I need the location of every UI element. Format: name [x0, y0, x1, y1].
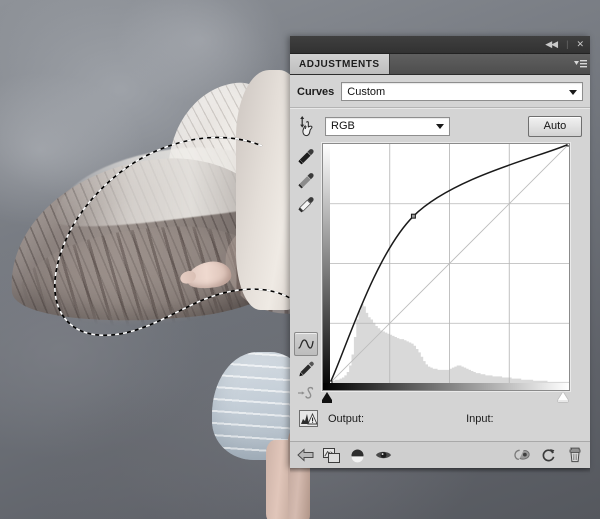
- adjustments-panel: ◀◀ | ✕ ADJUSTMENTS Curves Custom: [290, 36, 590, 468]
- input-gradient-strip: [323, 383, 569, 390]
- delete-adjustment-layer-button[interactable]: [566, 447, 583, 464]
- clip-to-layer-button[interactable]: [323, 447, 340, 464]
- preset-row: Curves Custom: [290, 75, 590, 107]
- titlebar-separator: |: [566, 40, 567, 49]
- readout-row: Output: Input:: [290, 406, 590, 433]
- output-label: Output:: [328, 413, 364, 425]
- curves-label: Curves: [297, 86, 334, 98]
- gray-point-eyedropper[interactable]: [295, 170, 317, 192]
- curve-tools-column: [290, 143, 322, 406]
- toggle-layer-visibility-button[interactable]: [375, 447, 392, 464]
- output-gradient-strip: [323, 144, 330, 390]
- white-point-slider[interactable]: [558, 392, 568, 400]
- collapse-panel-icon[interactable]: ◀◀: [542, 39, 560, 50]
- curve-graph[interactable]: [322, 143, 570, 391]
- panel-titlebar: ◀◀ | ✕: [290, 36, 590, 54]
- white-point-eyedropper[interactable]: [295, 194, 317, 216]
- view-previous-state-button[interactable]: [514, 447, 531, 464]
- black-point-slider[interactable]: [322, 392, 332, 400]
- toggle-previous-state-button[interactable]: [349, 447, 366, 464]
- edit-points-curve-tool[interactable]: [294, 332, 318, 356]
- tone-range-sliders: [322, 392, 568, 406]
- close-panel-icon[interactable]: ✕: [573, 39, 586, 50]
- panel-drop-shadow: [290, 468, 590, 473]
- auto-button-label: Auto: [544, 120, 567, 132]
- panel-menu-icon[interactable]: [570, 54, 590, 74]
- curve-editor-area: [290, 143, 590, 406]
- panel-bottom-bar: [290, 441, 590, 468]
- curve-plot-area[interactable]: [330, 144, 569, 383]
- panel-content: Curves Custom RGB Auto: [290, 75, 590, 457]
- reset-adjustment-button[interactable]: [540, 447, 557, 464]
- channel-row: RGB Auto: [290, 109, 590, 143]
- smooth-curve-values-button[interactable]: [295, 382, 317, 404]
- preset-select[interactable]: Custom: [341, 82, 583, 101]
- auto-button[interactable]: Auto: [528, 116, 582, 137]
- return-to-adjustment-list-button[interactable]: [297, 447, 314, 464]
- input-label: Input:: [466, 413, 494, 425]
- channel-select-value: RGB: [331, 120, 355, 132]
- marching-ants-selection: [0, 0, 300, 400]
- on-image-adjustment-hand-icon[interactable]: [297, 115, 317, 137]
- tab-adjustments-label: ADJUSTMENTS: [299, 59, 380, 70]
- preset-select-value: Custom: [347, 86, 385, 98]
- tabbar-filler: [390, 54, 570, 74]
- channel-select[interactable]: RGB: [325, 117, 450, 136]
- pencil-draw-curve-tool[interactable]: [295, 358, 317, 380]
- curve-graph-container: [322, 143, 570, 406]
- chevron-down-icon: [569, 90, 577, 95]
- panel-tabbar: ADJUSTMENTS: [290, 54, 590, 75]
- black-point-eyedropper[interactable]: [295, 146, 317, 168]
- tab-adjustments[interactable]: ADJUSTMENTS: [290, 54, 390, 74]
- chevron-down-icon: [436, 124, 444, 129]
- curve-svg[interactable]: [330, 144, 569, 383]
- histogram-warning-icon[interactable]: [299, 410, 319, 428]
